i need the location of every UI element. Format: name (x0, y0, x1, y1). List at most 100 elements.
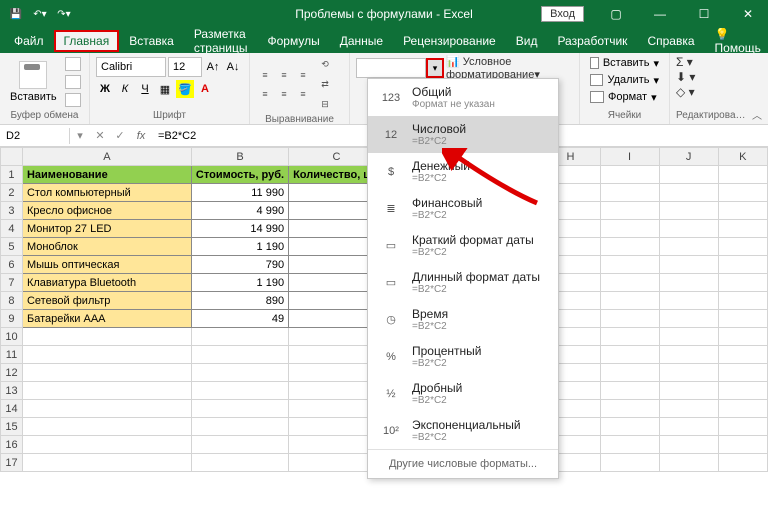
cell[interactable] (659, 202, 718, 220)
column-header[interactable]: J (659, 148, 718, 166)
cell[interactable] (600, 346, 659, 364)
cell[interactable] (22, 400, 191, 418)
maximize-icon[interactable]: ☐ (684, 0, 724, 28)
align-middle-icon[interactable]: ≡ (275, 66, 293, 84)
collapse-ribbon-icon[interactable]: ︿ (752, 107, 762, 122)
cell[interactable] (600, 292, 659, 310)
fx-icon[interactable]: fx (130, 130, 152, 142)
cell[interactable] (659, 454, 718, 472)
font-name-select[interactable] (96, 57, 166, 77)
cell[interactable] (659, 184, 718, 202)
underline-icon[interactable]: Ч (136, 80, 154, 98)
border-icon[interactable]: ▦ (156, 80, 174, 98)
format-menu-item[interactable]: $ Денежный =B2*C2 (368, 153, 558, 190)
tab-review[interactable]: Рецензирование (393, 30, 506, 52)
wrap-text-icon[interactable]: ⇄ (316, 75, 334, 93)
cell[interactable]: Моноблок (22, 238, 191, 256)
row-header[interactable]: 11 (1, 346, 23, 364)
cell[interactable] (600, 202, 659, 220)
cell[interactable] (718, 184, 767, 202)
format-painter-icon[interactable] (65, 93, 81, 107)
cell[interactable] (22, 364, 191, 382)
tab-data[interactable]: Данные (330, 30, 393, 52)
cell[interactable] (600, 274, 659, 292)
cell[interactable]: 890 (191, 292, 288, 310)
delete-cells[interactable]: Удалить ▾ (586, 72, 663, 88)
row-header[interactable]: 9 (1, 310, 23, 328)
cell[interactable] (718, 436, 767, 454)
cell[interactable] (191, 328, 288, 346)
cell[interactable] (191, 382, 288, 400)
row-header[interactable]: 12 (1, 364, 23, 382)
format-menu-item[interactable]: 12 Числовой =B2*C2 (368, 116, 558, 153)
decrease-font-icon[interactable]: A↓ (224, 58, 242, 76)
cell[interactable] (718, 454, 767, 472)
cell[interactable] (718, 328, 767, 346)
autosum-icon[interactable]: Σ ▾ (676, 55, 744, 69)
cell[interactable]: 14 990 (191, 220, 288, 238)
cell[interactable] (600, 328, 659, 346)
orientation-icon[interactable]: ⟲ (316, 55, 334, 73)
redo-icon[interactable]: ↷▾ (56, 6, 72, 22)
enter-icon[interactable]: ✓ (110, 129, 130, 142)
cell[interactable] (659, 238, 718, 256)
tab-developer[interactable]: Разработчик (547, 30, 637, 52)
cell[interactable]: 1 190 (191, 274, 288, 292)
cell[interactable] (600, 400, 659, 418)
login-button[interactable]: Вход (541, 6, 584, 22)
cell[interactable] (718, 256, 767, 274)
format-menu-item[interactable]: ◷ Время =B2*C2 (368, 301, 558, 338)
select-all-corner[interactable] (1, 148, 23, 166)
row-header[interactable]: 17 (1, 454, 23, 472)
minimize-icon[interactable]: — (640, 0, 680, 28)
cell[interactable]: Стол компьютерный (22, 184, 191, 202)
row-header[interactable]: 3 (1, 202, 23, 220)
cell[interactable]: Кресло офисное (22, 202, 191, 220)
cell[interactable] (191, 436, 288, 454)
number-format-dropdown[interactable]: ▾ (426, 58, 444, 78)
cell[interactable] (22, 382, 191, 400)
cell[interactable] (22, 436, 191, 454)
font-size-select[interactable] (168, 57, 202, 77)
paste-button[interactable]: Вставить (6, 59, 61, 105)
cell[interactable] (600, 184, 659, 202)
format-menu-item[interactable]: ≣ Финансовый =B2*C2 (368, 190, 558, 227)
cell[interactable]: 1 190 (191, 238, 288, 256)
close-icon[interactable]: ✕ (728, 0, 768, 28)
cell[interactable]: Батарейки AAA (22, 310, 191, 328)
cell[interactable] (600, 220, 659, 238)
row-header[interactable]: 7 (1, 274, 23, 292)
cell[interactable] (659, 328, 718, 346)
cell[interactable] (659, 256, 718, 274)
cell[interactable] (600, 454, 659, 472)
cell[interactable]: Мышь оптическая (22, 256, 191, 274)
cell[interactable]: 790 (191, 256, 288, 274)
cell[interactable] (600, 436, 659, 454)
row-header[interactable]: 1 (1, 166, 23, 184)
cell[interactable] (191, 454, 288, 472)
cell[interactable] (191, 346, 288, 364)
cell[interactable] (659, 418, 718, 436)
align-right-icon[interactable]: ≡ (294, 85, 312, 103)
row-header[interactable]: 10 (1, 328, 23, 346)
cell[interactable] (600, 310, 659, 328)
cell[interactable] (718, 418, 767, 436)
cell[interactable] (659, 310, 718, 328)
row-header[interactable]: 8 (1, 292, 23, 310)
cell[interactable] (659, 346, 718, 364)
number-format-select[interactable] (356, 58, 426, 78)
format-menu-item[interactable]: ▭ Краткий формат даты =B2*C2 (368, 227, 558, 264)
format-menu-item[interactable]: 123 Общий Формат не указан (368, 79, 558, 116)
fill-color-icon[interactable]: 🪣 (176, 80, 194, 98)
cell[interactable] (191, 364, 288, 382)
copy-icon[interactable] (65, 75, 81, 89)
table-header[interactable]: Стоимость, руб. (191, 166, 288, 184)
cut-icon[interactable] (65, 57, 81, 71)
cell[interactable] (659, 400, 718, 418)
cell[interactable] (600, 166, 659, 184)
tab-home[interactable]: Главная (54, 30, 120, 52)
cell[interactable] (718, 274, 767, 292)
italic-icon[interactable]: К (116, 80, 134, 98)
cell[interactable] (659, 364, 718, 382)
more-formats[interactable]: Другие числовые форматы... (368, 449, 558, 478)
